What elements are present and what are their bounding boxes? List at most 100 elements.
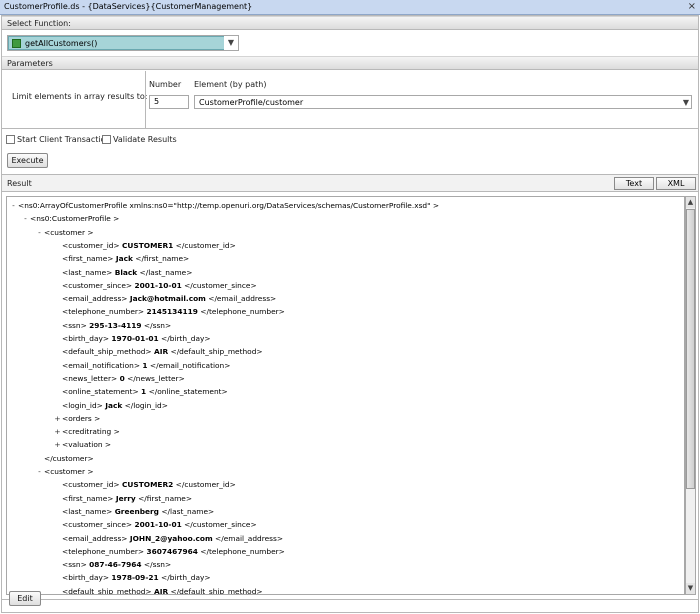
tree-node: <ssn> 087-46-7964 </ssn> bbox=[53, 560, 171, 570]
tree-node: <email_notification> 1 </email_notificat… bbox=[53, 361, 230, 371]
tree-node[interactable]: - <customer > bbox=[35, 228, 93, 238]
xml-value: 3607467964 bbox=[146, 546, 198, 556]
tree-node: <telephone_number> 2145134119 </telephon… bbox=[53, 307, 285, 317]
xml-close-tag: </default_ship_method> bbox=[170, 586, 263, 595]
xml-tag: <birth_day> bbox=[62, 334, 110, 343]
xml-tag: <telephone_number> bbox=[62, 546, 145, 556]
chevron-down-icon[interactable]: ▼ bbox=[224, 36, 238, 50]
tree-node: <telephone_number> 3607467964 </telephon… bbox=[53, 547, 285, 557]
function-value: getAllCustomers() bbox=[25, 39, 98, 48]
xml-close-tag: </birth_day> bbox=[161, 573, 211, 583]
xml-tag: <telephone_number> bbox=[62, 307, 145, 317]
divider bbox=[2, 599, 698, 600]
client-transaction-checkbox[interactable] bbox=[6, 135, 15, 144]
client-transaction-option[interactable]: Start Client Transaction bbox=[6, 135, 111, 144]
xml-value: 1 bbox=[141, 387, 147, 397]
xml-tag: <customer_since> bbox=[62, 520, 133, 530]
chevron-down-icon[interactable]: ▼ bbox=[683, 96, 689, 109]
xml-value: CUSTOMER1 bbox=[122, 240, 174, 250]
tree-node[interactable]: +<creditrating > bbox=[53, 427, 119, 437]
xml-value: 1 bbox=[142, 360, 148, 370]
tree-node: <email_address> JOHN_2@yahoo.com </email… bbox=[53, 534, 283, 544]
text-view-button[interactable]: Text bbox=[614, 177, 654, 190]
element-path-value: CustomerProfile/customer bbox=[199, 98, 304, 107]
tree-node[interactable]: - <ns0:CustomerProfile > bbox=[21, 214, 119, 224]
number-column-header: Number bbox=[149, 80, 182, 89]
xml-tag: <first_name> bbox=[62, 493, 114, 503]
scrollbar-thumb[interactable] bbox=[686, 209, 695, 489]
xml-tag: <orders > bbox=[62, 413, 101, 423]
xml-value: 295-13-4119 bbox=[89, 320, 142, 330]
tree-node: <login_id> Jack </login_id> bbox=[53, 401, 168, 411]
function-icon bbox=[12, 39, 21, 48]
arrow-up-icon[interactable]: ▲ bbox=[686, 197, 695, 208]
xml-close-tag: </first_name> bbox=[135, 254, 190, 264]
vertical-scrollbar[interactable]: ▲ ▼ bbox=[685, 196, 696, 595]
xml-close-tag: </email_address> bbox=[208, 294, 277, 304]
client-transaction-label: Start Client Transaction bbox=[17, 135, 111, 144]
xml-value: 2145134119 bbox=[146, 307, 198, 317]
main-panel: Select Function: getAllCustomers() ▼ Par… bbox=[1, 15, 699, 613]
tree-node: <email_address> Jack@hotmail.com </email… bbox=[53, 294, 276, 304]
validate-results-checkbox[interactable] bbox=[102, 135, 111, 144]
xml-value: 1978-09-21 bbox=[111, 573, 159, 583]
xml-close-tag: </customer_id> bbox=[175, 480, 236, 490]
tree-node: <default_ship_method> AIR </default_ship… bbox=[53, 586, 263, 595]
xml-tag: <email_address> bbox=[62, 533, 128, 543]
xml-close-tag: </customer_id> bbox=[175, 240, 236, 250]
tree-node[interactable]: +<valuation > bbox=[53, 440, 111, 450]
xml-value: 087-46-7964 bbox=[89, 560, 142, 570]
tree-node: <first_name> Jack </first_name> bbox=[53, 254, 189, 264]
xml-tag: <ns0:CustomerProfile > bbox=[30, 214, 120, 224]
collapse-icon[interactable]: - bbox=[35, 467, 44, 477]
limit-label: Limit elements in array results to: bbox=[12, 92, 148, 101]
collapse-icon[interactable]: - bbox=[9, 201, 18, 211]
close-icon[interactable]: × bbox=[688, 0, 696, 14]
expand-icon[interactable]: + bbox=[53, 427, 62, 437]
xml-tag: <default_ship_method> bbox=[62, 586, 152, 595]
execute-button[interactable]: Execute bbox=[7, 153, 48, 168]
validate-results-option[interactable]: Validate Results bbox=[102, 135, 177, 144]
expand-icon[interactable]: + bbox=[53, 440, 62, 450]
tree-node: <customer_since> 2001-10-01 </customer_s… bbox=[53, 520, 257, 530]
xml-value: 0 bbox=[119, 373, 125, 383]
edit-button[interactable]: Edit bbox=[9, 591, 41, 606]
xml-close-tag: </ssn> bbox=[143, 320, 172, 330]
function-dropdown[interactable]: getAllCustomers() ▼ bbox=[7, 35, 239, 51]
xml-close-tag: </telephone_number> bbox=[200, 307, 285, 317]
xml-value: Jack@hotmail.com bbox=[129, 294, 206, 304]
xml-close-tag: </default_ship_method> bbox=[170, 347, 263, 357]
expand-icon[interactable]: + bbox=[53, 414, 62, 424]
select-function-header: Select Function: bbox=[2, 16, 698, 30]
xml-value: JOHN_2@yahoo.com bbox=[129, 533, 213, 543]
collapse-icon[interactable]: - bbox=[21, 214, 30, 224]
result-header: Result Text XML bbox=[2, 174, 698, 192]
tree-node: <default_ship_method> AIR </default_ship… bbox=[53, 347, 263, 357]
xml-tag: <ns0:ArrayOfCustomerProfile xmlns:ns0="h… bbox=[18, 201, 440, 210]
arrow-down-icon[interactable]: ▼ bbox=[686, 583, 695, 594]
xml-tag: <ssn> bbox=[62, 320, 87, 330]
xml-view-button[interactable]: XML bbox=[656, 177, 696, 190]
xml-value: Greenberg bbox=[114, 506, 159, 516]
validate-results-label: Validate Results bbox=[113, 135, 177, 144]
xml-value: 1970-01-01 bbox=[111, 334, 159, 343]
tree-node[interactable]: +<orders > bbox=[53, 414, 100, 424]
tree-node[interactable]: - <ns0:ArrayOfCustomerProfile xmlns:ns0="… bbox=[9, 201, 439, 211]
result-tree[interactable]: - <ns0:ArrayOfCustomerProfile xmlns:ns0="… bbox=[6, 196, 685, 595]
xml-value: 2001-10-01 bbox=[134, 520, 182, 530]
xml-tag: <customer_id> bbox=[62, 480, 120, 490]
tree-node: <last_name> Black </last_name> bbox=[53, 268, 192, 278]
number-input[interactable]: 5 bbox=[149, 95, 189, 109]
tree-node: <online_statement> 1 </online_statement> bbox=[53, 387, 228, 397]
divider bbox=[145, 71, 146, 129]
xml-close-tag: </customer_since> bbox=[184, 520, 257, 530]
xml-tag: <ssn> bbox=[62, 560, 87, 570]
collapse-icon[interactable]: - bbox=[35, 228, 44, 238]
tree-node: <customer_id> CUSTOMER1 </customer_id> bbox=[53, 241, 236, 251]
element-path-dropdown[interactable]: CustomerProfile/customer ▼ bbox=[194, 95, 692, 109]
tree-node: <birth_day> 1978-09-21 </birth_day> bbox=[53, 573, 211, 583]
xml-value: AIR bbox=[153, 347, 169, 357]
title-bar: CustomerProfile.ds - {DataServices}{Cust… bbox=[0, 0, 700, 15]
tree-node[interactable]: - <customer > bbox=[35, 467, 93, 477]
xml-tag: <default_ship_method> bbox=[62, 347, 152, 357]
